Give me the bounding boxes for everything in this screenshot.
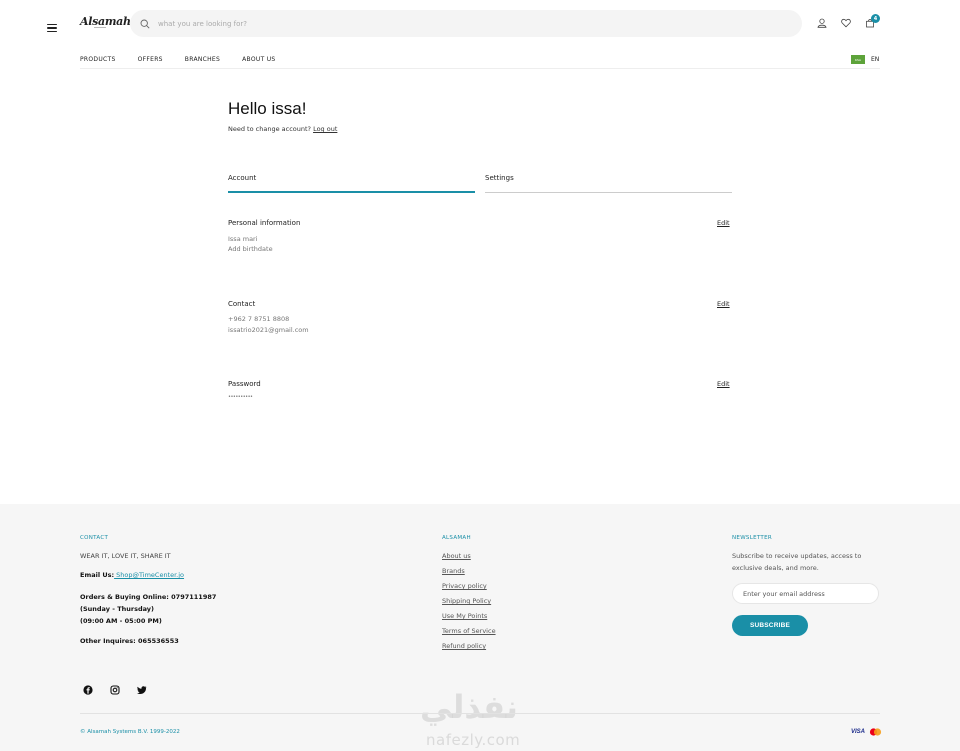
footer-divider [80,713,880,714]
nav-divider [80,68,880,69]
nav-branches[interactable]: BRANCHES [185,56,220,63]
footer-link-about[interactable]: About us [442,552,471,560]
orders-days: (Sunday - Thursday) [80,605,155,613]
newsletter-email-field[interactable] [732,583,879,604]
footer-alsamah-heading: ALSAMAH [442,535,471,541]
main-nav: PRODUCTS OFFERS BRANCHES ABOUT US [80,56,298,63]
change-account-label: Need to change account? [228,125,311,133]
instagram-icon[interactable] [109,684,121,696]
footer-link-terms[interactable]: Terms of Service [442,627,496,635]
footer-other-inquiries: Other Inquires: 065536553 [80,637,179,645]
footer-link-privacy[interactable]: Privacy policy [442,582,487,590]
password-masked: •••••••••• [228,394,253,400]
search-icon [140,19,150,29]
nav-products[interactable]: PRODUCTS [80,56,116,63]
visa-icon: VISA [851,729,866,735]
contact-edit-link[interactable]: Edit [717,300,730,308]
logout-link[interactable]: Log out [313,125,337,133]
footer-link-refund[interactable]: Refund policy [442,642,486,650]
watermark-url: nafezly.com [426,731,521,749]
twitter-icon[interactable] [136,684,148,696]
watermark-arabic: نفذلي [420,688,518,726]
footer-contact-heading: CONTACT [80,535,109,541]
contact-title: Contact [228,300,256,308]
contact-email: issatrio2021@gmail.com [228,326,309,334]
personal-info-edit-link[interactable]: Edit [717,219,730,227]
search-input[interactable] [158,19,758,28]
copyright: © Alsamah Systems B.V. 1999-2022 [80,729,180,735]
tab-settings[interactable]: Settings [485,174,514,182]
password-edit-link[interactable]: Edit [717,380,730,388]
country-flag-icon[interactable]: KSA [851,55,865,64]
tab-indicator [485,192,732,193]
personal-info-title: Personal information [228,219,301,227]
nav-offers[interactable]: OFFERS [138,56,163,63]
footer-link-shipping[interactable]: Shipping Policy [442,597,491,605]
footer-orders: Orders & Buying Online: 0797111987 (Sund… [80,591,216,627]
nav-about-us[interactable]: ABOUT US [242,56,275,63]
cart-count-badge: 4 [871,14,880,23]
footer-email: Email Us: Shop@TimeCenter.jo [80,569,184,581]
footer-link-points[interactable]: Use My Points [442,612,487,620]
language-switch[interactable]: EN [871,56,879,63]
personal-info-name: Issa mari [228,235,258,243]
user-icon[interactable] [815,16,829,30]
search-bar[interactable] [130,10,802,37]
orders-hours: (09:00 AM - 05:00 PM) [80,617,162,625]
facebook-icon[interactable] [82,684,94,696]
flag-text: KSA [855,57,861,62]
menu-icon[interactable] [47,24,57,32]
mastercard-icon [869,728,882,736]
footer-tagline: WEAR IT, LOVE IT, SHARE IT [80,552,171,560]
footer-email-link[interactable]: Shop@TimeCenter.jo [114,571,184,579]
password-title: Password [228,380,261,388]
footer-link-brands[interactable]: Brands [442,567,465,575]
add-birthdate[interactable]: Add birthdate [228,245,273,253]
email-label: Email Us: [80,571,115,579]
newsletter-text: Subscribe to receive updates, access to … [732,552,862,572]
orders-line: Orders & Buying Online: 0797111987 [80,593,217,601]
newsletter-email-input[interactable] [743,589,868,598]
tab-indicator-active [228,191,475,193]
contact-phone: +962 7 8751 8808 [228,315,290,323]
change-account-text: Need to change account? Log out [228,125,337,133]
subscribe-button[interactable]: SUBSCRIBE [732,615,808,636]
heart-icon[interactable] [839,16,853,30]
page-title: Hello issa! [228,99,307,118]
tab-account[interactable]: Account [228,174,256,182]
footer-newsletter-heading: NEWSLETTER [732,535,772,541]
logo-underline [94,27,106,28]
